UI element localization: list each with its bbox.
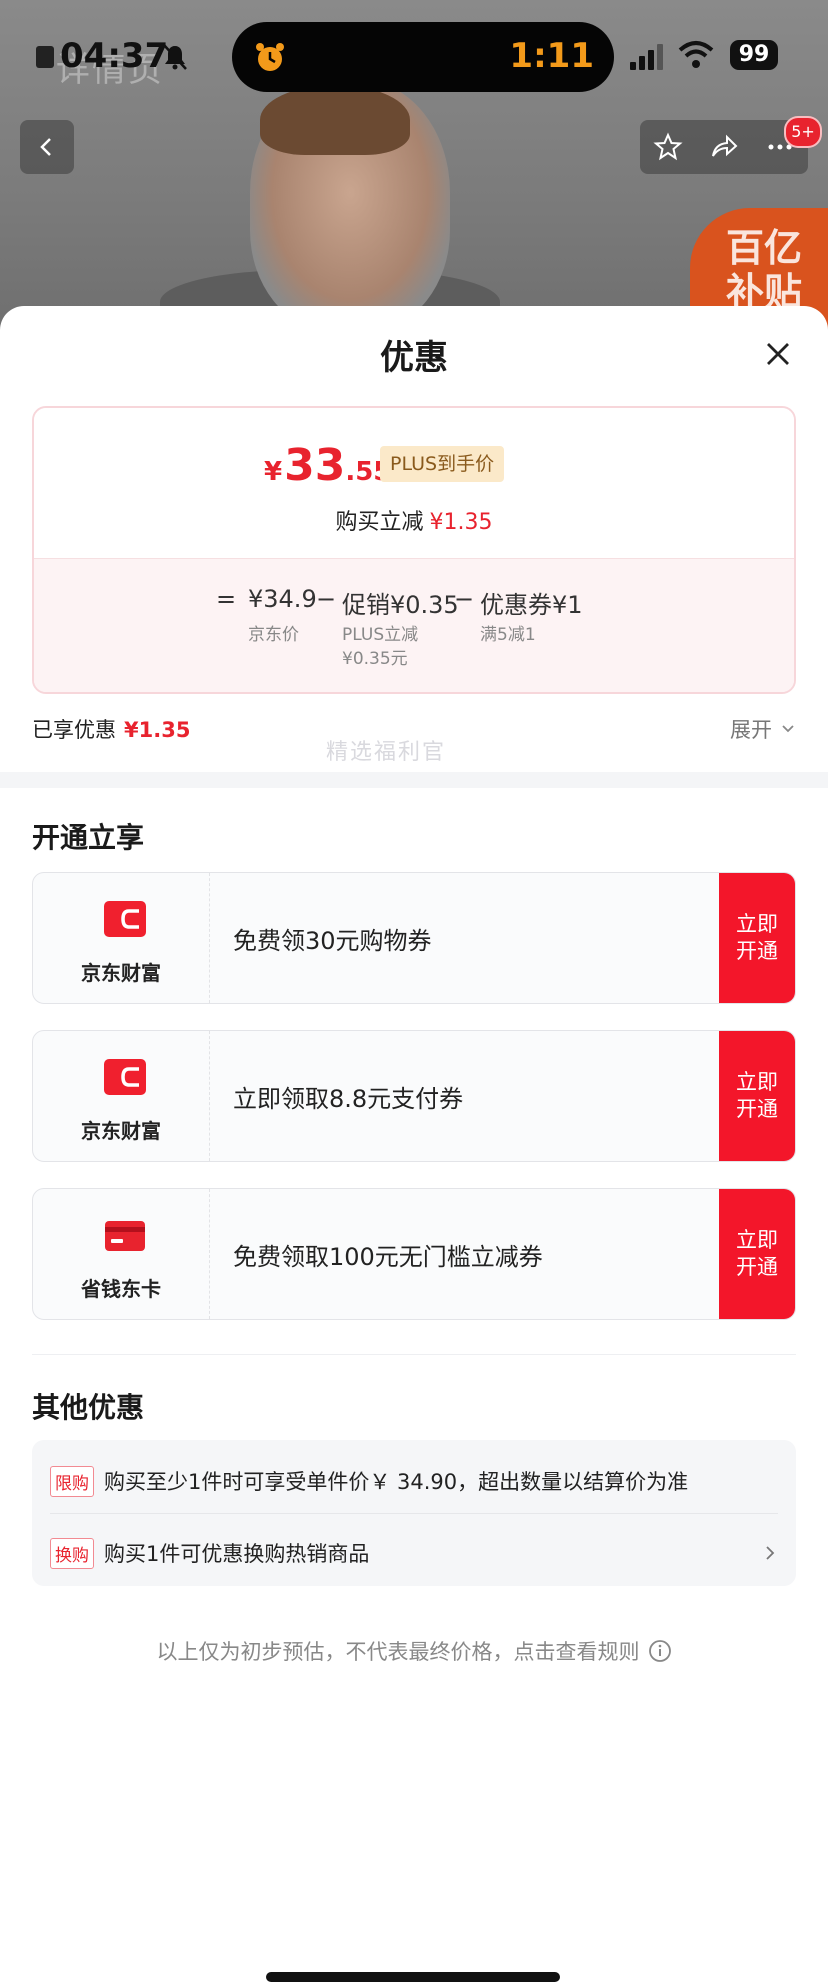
watermark-text: 精选福利官 (326, 740, 447, 765)
benefit-card[interactable]: 京东财富 立即领取8.8元支付券 立即 开通 (32, 1030, 796, 1162)
screen-record-icon (36, 46, 54, 68)
status-bar: 04:37 1:11 99 (0, 0, 828, 110)
benefit-description: 立即领取8.8元支付券 (233, 1084, 464, 1113)
benefit-brand-area: 京东财富 (33, 1031, 210, 1161)
enjoyed-label: 已享优惠 (32, 718, 116, 742)
sheet-title: 优惠 (380, 338, 448, 378)
coupon-label: 满5减1 (480, 625, 536, 645)
minus-sign: − (316, 585, 337, 613)
benefit-brand-area: 京东财富 (33, 873, 210, 1003)
benefit-description: 免费领30元购物券 (233, 926, 432, 955)
star-favorite-icon[interactable] (653, 132, 683, 162)
other-section-title: 其他优惠 (32, 1391, 145, 1424)
final-price: ¥ 33 .55 (264, 440, 391, 491)
open-now-button[interactable]: 立即 开通 (719, 1189, 795, 1319)
minus-sign: − (454, 585, 475, 613)
enjoyed-amount: ¥1.35 (124, 718, 191, 742)
benefit-brand-name: 省钱东卡 (81, 1277, 161, 1301)
price-breakdown: = ¥34.9 京东价 − 促销¥0.35 PLUS立减 ¥0.35元 − 优惠… (34, 558, 794, 692)
benefit-description: 免费领取100元无门槛立减券 (233, 1242, 543, 1271)
expand-button[interactable]: 展开 (730, 714, 796, 744)
jd-wealth-wallet-icon (104, 1059, 146, 1095)
wifi-icon (678, 41, 714, 68)
nav-action-group (640, 120, 808, 174)
price-card-top: ¥ 33 .55 PLUS到手价 购买立减 ¥1.35 (34, 408, 794, 558)
saving-card-icon (105, 1221, 145, 1251)
dynamic-island: 1:11 (232, 22, 614, 92)
section-divider (0, 772, 828, 788)
promo-label-1: PLUS立减 (342, 625, 419, 645)
instant-reduce-row: 购买立减 ¥1.35 (34, 504, 794, 536)
cart-count-badge: 5+ (784, 116, 822, 148)
chevron-down-icon (782, 725, 794, 733)
offer-row-exchange[interactable]: 换购 购买1件可优惠换购热销商品 (50, 1520, 778, 1586)
price-integer: 33 (284, 440, 346, 491)
benefit-brand-area: 省钱东卡 (33, 1189, 210, 1319)
benefit-brand-name: 京东财富 (81, 1119, 161, 1143)
close-icon[interactable] (760, 336, 796, 372)
disclaimer-text: 以上仅为初步预估，不代表最终价格，点击查看规则 (156, 1640, 640, 1664)
rules-disclaimer[interactable]: 以上仅为初步预估，不代表最终价格，点击查看规则 (0, 1636, 828, 1666)
status-time: 04:37 (60, 36, 169, 76)
enjoyed-discount: 已享优惠 ¥1.35 (32, 714, 190, 744)
island-timer: 1:11 (509, 36, 594, 76)
offer-text: 购买1件可优惠换购热销商品 (104, 1542, 370, 1566)
offer-divider (50, 1513, 778, 1514)
open-section-title: 开通立享 (32, 821, 145, 854)
reduce-amount: ¥1.35 (429, 510, 493, 535)
jd-wealth-wallet-icon (104, 901, 146, 937)
expand-label: 展开 (730, 718, 772, 742)
home-indicator (266, 1972, 560, 1982)
price-card: ¥ 33 .55 PLUS到手价 购买立减 ¥1.35 = ¥34.9 京东价 −… (32, 406, 796, 694)
bell-muted-icon (163, 44, 187, 70)
equals-sign: = (216, 585, 237, 613)
section-separator (32, 1354, 796, 1355)
offer-text: 购买至少1件时可享受单件价￥ 34.90，超出数量以结算价为准 (104, 1470, 689, 1494)
benefit-brand-name: 京东财富 (81, 961, 161, 985)
promo-discount: 促销¥0.35 (342, 591, 459, 619)
back-button[interactable] (20, 120, 74, 174)
chevron-right-icon (766, 1546, 775, 1560)
promo-label-2: ¥0.35元 (342, 649, 408, 669)
cellular-signal-icon (630, 44, 663, 70)
offer-tag: 限购 (50, 1465, 94, 1497)
info-icon (648, 1640, 671, 1662)
offer-row-limit: 限购 购买至少1件时可享受单件价￥ 34.90，超出数量以结算价为准 (50, 1448, 778, 1514)
base-price: ¥34.9 (248, 585, 317, 613)
other-offers-list: 限购 购买至少1件时可享受单件价￥ 34.90，超出数量以结算价为准 换购 购买… (32, 1440, 796, 1586)
discount-sheet: 优惠 ¥ 33 .55 PLUS到手价 购买立减 ¥1.35 = ¥34.9 京东… (0, 306, 828, 1982)
battery-indicator: 99 (730, 40, 778, 70)
open-now-button[interactable]: 立即 开通 (719, 873, 795, 1003)
base-price-label: 京东价 (248, 625, 299, 645)
price-symbol: ¥ (264, 457, 283, 487)
reduce-label: 购买立减 (335, 510, 424, 535)
coupon-discount: 优惠券¥1 (480, 591, 583, 619)
plus-price-tag: PLUS到手价 (380, 446, 505, 482)
chevron-left-icon (40, 138, 51, 156)
offer-tag: 换购 (50, 1537, 94, 1569)
alarm-clock-icon (256, 43, 284, 71)
benefit-card[interactable]: 省钱东卡 免费领取100元无门槛立减券 立即 开通 (32, 1188, 796, 1320)
share-icon[interactable] (709, 132, 739, 162)
benefit-card[interactable]: 京东财富 免费领30元购物券 立即 开通 (32, 872, 796, 1004)
open-now-button[interactable]: 立即 开通 (719, 1031, 795, 1161)
